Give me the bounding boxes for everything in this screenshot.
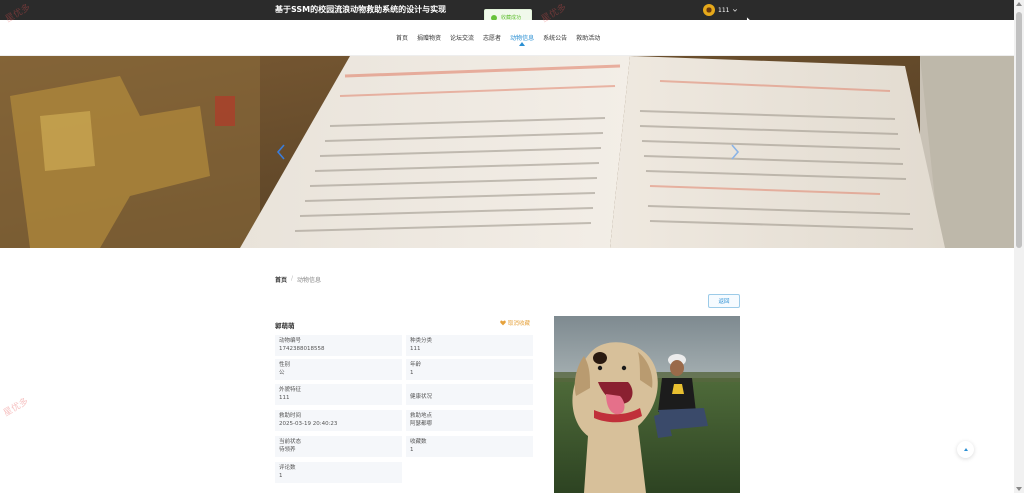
avatar[interactable] xyxy=(703,4,715,16)
field-animal-id: 动物编号 1742388018558 xyxy=(275,335,402,356)
field-age: 年龄 1 xyxy=(406,359,533,380)
field-gender: 性别 公 xyxy=(275,359,402,380)
dog-photo xyxy=(554,316,740,493)
field-value: 1 xyxy=(410,370,414,376)
scrollbar-thumb[interactable] xyxy=(1016,12,1022,248)
field-label: 当前状态 xyxy=(279,439,302,445)
field-rescue-location: 救助地点 阿瑟都哪 xyxy=(406,410,533,431)
page: 基于SSM的校园流浪动物救助系统的设计与实现 111 收藏成功 首页 捐赠物资 … xyxy=(0,0,1024,493)
back-button[interactable]: 返回 xyxy=(708,294,740,308)
username[interactable]: 111 xyxy=(718,7,729,14)
field-health: 健康状况 xyxy=(406,384,533,405)
site-title: 基于SSM的校园流浪动物救助系统的设计与实现 xyxy=(275,5,447,14)
breadcrumb-home[interactable]: 首页 xyxy=(275,275,287,284)
breadcrumb-separator: / xyxy=(291,275,294,282)
breadcrumb-current: 动物信息 xyxy=(297,277,322,284)
field-value: 111 xyxy=(410,346,421,352)
animal-name: 郭萌萌 xyxy=(275,322,295,330)
nav-item-volunteers[interactable]: 志愿者 xyxy=(483,33,501,42)
nav-item-forum[interactable]: 论坛交流 xyxy=(450,33,474,42)
unfavorite-button[interactable]: 取消收藏 xyxy=(500,319,530,327)
field-label: 评论数 xyxy=(279,465,296,471)
field-value: 公 xyxy=(279,370,285,376)
unfavorite-label[interactable]: 取消收藏 xyxy=(508,319,530,327)
animal-photo xyxy=(554,316,740,493)
field-species: 种类分类 111 xyxy=(406,335,533,356)
scroll-up-icon[interactable] xyxy=(1016,2,1022,6)
field-value: 1742388018558 xyxy=(279,346,325,352)
field-label: 救助地点 xyxy=(410,413,433,419)
field-value: 2025-03-19 20:40:23 xyxy=(279,421,338,427)
nav-items: 首页 捐赠物资 论坛交流 志愿者 动物信息 系统公告 救助活动 xyxy=(396,33,600,46)
field-status: 当前状态 待领养 xyxy=(275,436,402,457)
field-label: 种类分类 xyxy=(410,338,433,344)
field-value: 111 xyxy=(279,395,290,401)
field-favorites-count: 收藏数 1 xyxy=(406,436,533,457)
field-comments-count: 评论数 1 xyxy=(275,462,402,483)
main-nav: 首页 捐赠物资 论坛交流 志愿者 动物信息 系统公告 救助活动 xyxy=(0,20,1014,56)
breadcrumb: 首页 / 动物信息 xyxy=(275,275,321,284)
user-menu[interactable]: 111 xyxy=(703,3,738,17)
heart-icon xyxy=(500,320,506,326)
back-to-top-button[interactable] xyxy=(957,441,974,458)
field-value: 阿瑟都哪 xyxy=(410,421,433,427)
field-label: 健康状况 xyxy=(410,394,433,400)
field-label: 收藏数 xyxy=(410,439,427,445)
banner-image xyxy=(0,56,1014,248)
banner-carousel[interactable] xyxy=(0,56,1014,248)
field-value: 1 xyxy=(410,447,414,453)
nav-item-donations[interactable]: 捐赠物资 xyxy=(417,33,441,42)
arrow-up-icon xyxy=(963,448,968,451)
field-value: 1 xyxy=(279,473,283,479)
page-scrollbar[interactable] xyxy=(1014,0,1024,493)
field-value: 待领养 xyxy=(279,447,296,453)
field-appearance: 外貌特征 111 xyxy=(275,384,402,405)
field-label: 动物编号 xyxy=(279,338,302,344)
nav-item-announcements[interactable]: 系统公告 xyxy=(543,33,567,42)
scroll-down-icon[interactable] xyxy=(1016,487,1022,491)
field-rescue-time: 救助时间 2025-03-19 20:40:23 xyxy=(275,410,402,431)
chevron-down-icon[interactable] xyxy=(732,7,738,13)
nav-item-rescue-activities[interactable]: 救助活动 xyxy=(576,33,600,42)
watermark: 星优多 xyxy=(2,396,31,419)
nav-item-animals[interactable]: 动物信息 xyxy=(510,33,534,46)
field-label: 外貌特征 xyxy=(279,387,302,393)
carousel-next-icon[interactable] xyxy=(730,144,740,160)
field-label: 救助时间 xyxy=(279,413,302,419)
nav-item-home[interactable]: 首页 xyxy=(396,33,408,42)
carousel-prev-icon[interactable] xyxy=(276,144,286,160)
field-label: 年龄 xyxy=(410,362,422,368)
field-label: 性别 xyxy=(279,362,291,368)
